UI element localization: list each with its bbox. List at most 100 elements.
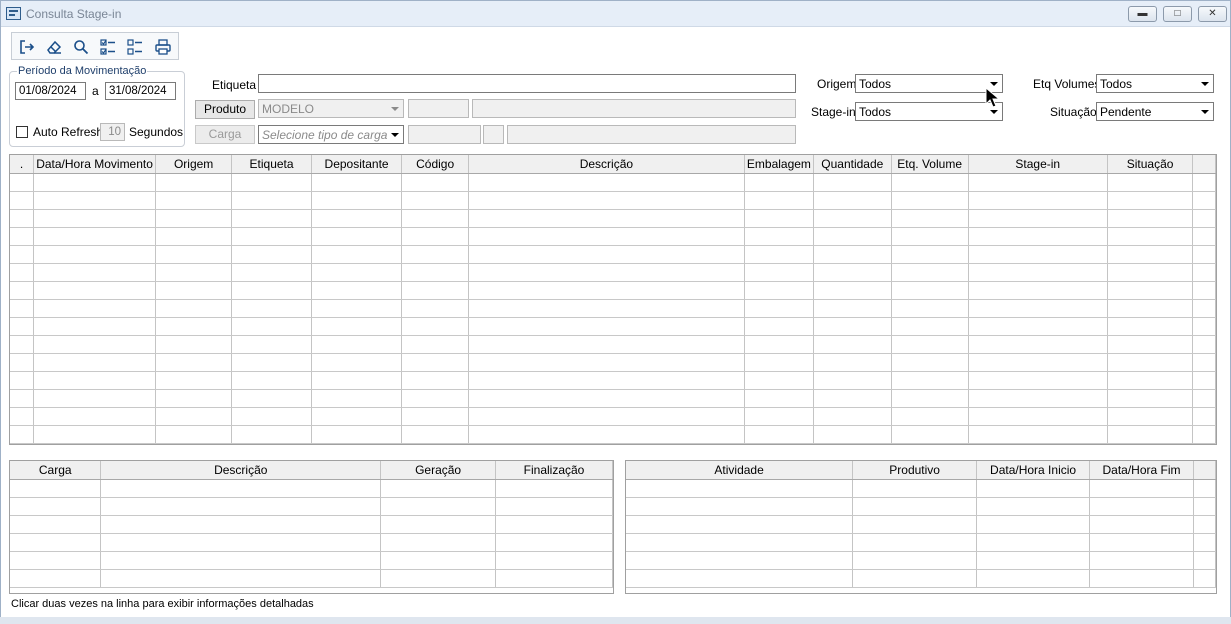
table-cell[interactable] (231, 353, 312, 372)
col-data-hora-fim[interactable]: Data/Hora Fim (1089, 461, 1194, 480)
table-cell[interactable] (744, 353, 814, 372)
table-cell[interactable] (968, 281, 1108, 300)
table-cell[interactable] (1192, 173, 1216, 192)
table-cell[interactable] (231, 245, 312, 264)
table-cell[interactable] (33, 173, 156, 192)
table-cell[interactable] (401, 371, 469, 390)
table-cell[interactable] (968, 353, 1108, 372)
table-cell[interactable] (468, 209, 745, 228)
chevron-down-icon[interactable] (1198, 104, 1212, 119)
chevron-down-icon[interactable] (1198, 76, 1212, 91)
col-situacao[interactable]: Situação (1107, 155, 1194, 174)
table-row[interactable] (10, 335, 1216, 354)
table-cell[interactable] (311, 353, 403, 372)
carga-aux-field[interactable] (483, 125, 504, 144)
table-cell[interactable] (1192, 299, 1216, 318)
table-cell[interactable] (1192, 227, 1216, 246)
table-cell[interactable] (33, 317, 156, 336)
table-cell[interactable] (10, 245, 35, 264)
table-cell[interactable] (813, 407, 892, 426)
table-cell[interactable] (155, 299, 233, 318)
table-cell[interactable] (891, 281, 969, 300)
table-cell[interactable] (468, 353, 745, 372)
situacao-combo[interactable]: Pendente (1096, 102, 1214, 121)
table-cell[interactable] (968, 407, 1108, 426)
table-cell[interactable] (744, 299, 814, 318)
table-cell[interactable] (852, 569, 978, 588)
table-cell[interactable] (33, 389, 156, 408)
table-cell[interactable] (468, 281, 745, 300)
table-cell[interactable] (1107, 281, 1194, 300)
carga-type-combo[interactable]: Selecione tipo de carga (258, 125, 404, 144)
table-cell[interactable] (495, 497, 613, 516)
table-row[interactable] (626, 569, 1216, 588)
table-cell[interactable] (813, 227, 892, 246)
table-row[interactable] (10, 551, 613, 570)
table-cell[interactable] (626, 515, 854, 534)
table-cell[interactable] (626, 497, 854, 516)
table-cell[interactable] (311, 407, 403, 426)
col-geracao[interactable]: Geração (380, 461, 497, 480)
table-cell[interactable] (10, 389, 35, 408)
col-finalizacao[interactable]: Finalização (495, 461, 613, 480)
table-cell[interactable] (1192, 371, 1216, 390)
close-button[interactable]: ✕ (1198, 6, 1227, 22)
table-cell[interactable] (1107, 209, 1194, 228)
table-cell[interactable] (495, 515, 613, 534)
table-cell[interactable] (813, 317, 892, 336)
table-row[interactable] (10, 281, 1216, 300)
table-cell[interactable] (10, 551, 102, 570)
table-cell[interactable] (891, 173, 969, 192)
table-cell[interactable] (468, 317, 745, 336)
table-cell[interactable] (468, 425, 745, 444)
table-row[interactable] (10, 263, 1216, 282)
table-cell[interactable] (813, 389, 892, 408)
etiqueta-input[interactable] (258, 74, 796, 93)
table-cell[interactable] (1089, 515, 1194, 534)
table-cell[interactable] (1107, 173, 1194, 192)
table-cell[interactable] (813, 281, 892, 300)
col-quantidade[interactable]: Quantidade (813, 155, 892, 174)
table-cell[interactable] (852, 497, 978, 516)
table-cell[interactable] (231, 209, 312, 228)
col-carga-descricao[interactable]: Descrição (100, 461, 382, 480)
table-cell[interactable] (155, 407, 233, 426)
movements-grid[interactable]: . Data/Hora Movimento Origem Etiqueta De… (9, 154, 1217, 445)
refresh-seconds-field[interactable]: 10 (100, 123, 125, 141)
table-cell[interactable] (1192, 425, 1216, 444)
table-cell[interactable] (468, 191, 745, 210)
table-cell[interactable] (401, 245, 469, 264)
table-cell[interactable] (155, 263, 233, 282)
table-row[interactable] (10, 389, 1216, 408)
table-cell[interactable] (401, 209, 469, 228)
table-cell[interactable] (813, 191, 892, 210)
table-cell[interactable] (155, 353, 233, 372)
table-cell[interactable] (744, 173, 814, 192)
table-cell[interactable] (231, 371, 312, 390)
table-cell[interactable] (976, 479, 1091, 498)
table-cell[interactable] (401, 299, 469, 318)
table-cell[interactable] (891, 353, 969, 372)
table-cell[interactable] (100, 497, 382, 516)
table-cell[interactable] (311, 281, 403, 300)
table-cell[interactable] (10, 299, 35, 318)
table-cell[interactable] (10, 497, 102, 516)
produto-description-field[interactable] (472, 99, 796, 118)
table-cell[interactable] (100, 551, 382, 570)
table-cell[interactable] (968, 425, 1108, 444)
table-row[interactable] (10, 371, 1216, 390)
produto-code-field[interactable] (408, 99, 469, 118)
clear-button[interactable] (40, 34, 67, 59)
table-cell[interactable] (891, 389, 969, 408)
table-cell[interactable] (380, 533, 497, 552)
table-cell[interactable] (495, 551, 613, 570)
table-cell[interactable] (744, 227, 814, 246)
table-cell[interactable] (10, 407, 35, 426)
table-cell[interactable] (626, 533, 854, 552)
table-row[interactable] (10, 479, 613, 498)
table-row[interactable] (10, 299, 1216, 318)
table-cell[interactable] (968, 299, 1108, 318)
table-cell[interactable] (744, 263, 814, 282)
col-data-hora-inicio[interactable]: Data/Hora Inicio (976, 461, 1091, 480)
table-cell[interactable] (33, 407, 156, 426)
